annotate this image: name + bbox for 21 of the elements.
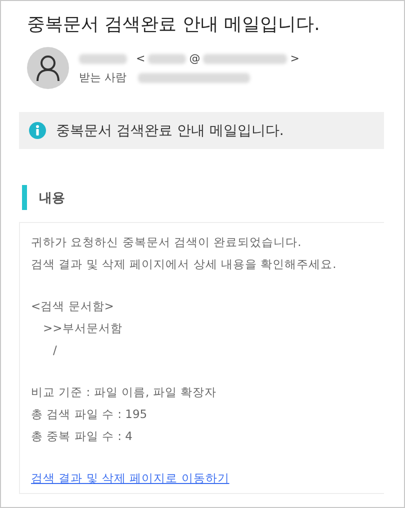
- bracket: >: [290, 52, 300, 65]
- at-sign: @: [189, 52, 200, 65]
- stat-text: 비교 기준 : 파일 이름, 파일 확장자: [31, 384, 218, 401]
- recipient-label: 받는 사람: [79, 70, 126, 85]
- stat-text: 총 검색 파일 수 : 195: [31, 406, 148, 423]
- bracket: <: [136, 52, 146, 65]
- body-text: 귀하가 요청하신 중복문서 검색이 완료되었습니다.: [31, 234, 302, 251]
- folder-path: >>부서문서함: [43, 321, 122, 335]
- info-icon: [29, 122, 46, 139]
- email-subject: 중복문서 검색완료 안내 메일입니다.: [27, 13, 321, 37]
- page-link[interactable]: 검색 결과 및 삭제 페이지로 이동하기: [31, 471, 230, 485]
- section-heading: 내용: [39, 190, 65, 206]
- redacted-text: [148, 54, 186, 64]
- folder-path: <검색 문서함>: [31, 299, 114, 313]
- redacted-name: [79, 54, 127, 64]
- folder-path: /: [53, 343, 57, 357]
- notice-text: 중복문서 검색완료 안내 메일입니다.: [56, 122, 284, 140]
- accent-bar: [22, 185, 27, 210]
- stat-text: 총 중복 파일 수 : 4: [31, 428, 134, 445]
- body-text: 검색 결과 및 삭제 페이지에서 상세 내용을 확인해주세요.: [31, 256, 338, 273]
- avatar-icon: [27, 47, 69, 89]
